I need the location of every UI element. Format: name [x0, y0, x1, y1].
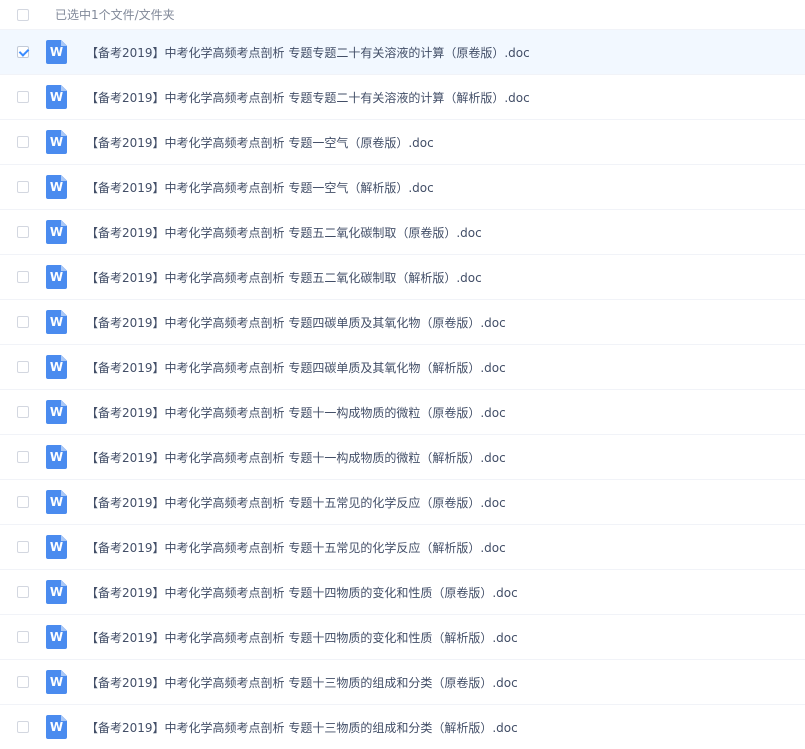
word-doc-icon-letter: W [49, 495, 64, 509]
word-doc-icon-letter: W [49, 315, 64, 329]
word-doc-icon: W [46, 625, 67, 649]
file-name[interactable]: 【备考2019】中考化学高频考点剖析 专题四碳单质及其氧化物（原卷版）.doc [86, 314, 506, 331]
word-doc-icon: W [46, 85, 67, 109]
file-row[interactable]: W 【备考2019】中考化学高频考点剖析 专题专题二十有关溶液的计算（原卷版）.d… [0, 30, 805, 75]
word-doc-icon-letter: W [49, 45, 64, 59]
word-doc-icon-letter: W [49, 270, 64, 284]
word-doc-icon-letter: W [49, 720, 64, 734]
row-checkbox[interactable] [17, 586, 29, 598]
row-checkbox[interactable] [17, 316, 29, 328]
row-checkbox[interactable] [17, 631, 29, 643]
file-list: 已选中1个文件/文件夹 W 【备考2019】中考化学高频考点剖析 专题专题二十有关… [0, 0, 805, 749]
word-doc-icon: W [46, 310, 67, 334]
row-checkbox[interactable] [17, 181, 29, 193]
file-row[interactable]: W 【备考2019】中考化学高频考点剖析 专题四碳单质及其氧化物（原卷版）.doc [0, 300, 805, 345]
list-header: 已选中1个文件/文件夹 [0, 0, 805, 30]
file-row[interactable]: W 【备考2019】中考化学高频考点剖析 专题十五常见的化学反应（解析版）.doc [0, 525, 805, 570]
file-row[interactable]: W 【备考2019】中考化学高频考点剖析 专题十一构成物质的微粒（解析版）.doc [0, 435, 805, 480]
word-doc-icon-letter: W [49, 630, 64, 644]
word-doc-icon: W [46, 265, 67, 289]
word-doc-icon-letter: W [49, 135, 64, 149]
file-name[interactable]: 【备考2019】中考化学高频考点剖析 专题十一构成物质的微粒（原卷版）.doc [86, 404, 506, 421]
word-doc-icon: W [46, 40, 67, 64]
row-checkbox[interactable] [17, 721, 29, 733]
row-checkbox[interactable] [17, 271, 29, 283]
file-name[interactable]: 【备考2019】中考化学高频考点剖析 专题一空气（原卷版）.doc [86, 134, 434, 151]
row-checkbox[interactable] [17, 541, 29, 553]
row-checkbox[interactable] [17, 676, 29, 688]
row-checkbox[interactable] [17, 361, 29, 373]
file-row[interactable]: W 【备考2019】中考化学高频考点剖析 专题一空气（原卷版）.doc [0, 120, 805, 165]
row-checkbox[interactable] [17, 406, 29, 418]
file-rows: W 【备考2019】中考化学高频考点剖析 专题专题二十有关溶液的计算（原卷版）.d… [0, 30, 805, 749]
file-row[interactable]: W 【备考2019】中考化学高频考点剖析 专题一空气（解析版）.doc [0, 165, 805, 210]
word-doc-icon: W [46, 355, 67, 379]
file-row[interactable]: W 【备考2019】中考化学高频考点剖析 专题专题二十有关溶液的计算（解析版）.d… [0, 75, 805, 120]
row-checkbox[interactable] [17, 136, 29, 148]
file-name[interactable]: 【备考2019】中考化学高频考点剖析 专题十三物质的组成和分类（解析版）.doc [86, 719, 518, 736]
file-row[interactable]: W 【备考2019】中考化学高频考点剖析 专题五二氧化碳制取（解析版）.doc [0, 255, 805, 300]
word-doc-icon-letter: W [49, 540, 64, 554]
file-name[interactable]: 【备考2019】中考化学高频考点剖析 专题十五常见的化学反应（原卷版）.doc [86, 494, 506, 511]
word-doc-icon: W [46, 130, 67, 154]
word-doc-icon: W [46, 220, 67, 244]
file-name[interactable]: 【备考2019】中考化学高频考点剖析 专题专题二十有关溶液的计算（解析版）.do… [86, 89, 530, 106]
file-name[interactable]: 【备考2019】中考化学高频考点剖析 专题十一构成物质的微粒（解析版）.doc [86, 449, 506, 466]
word-doc-icon: W [46, 175, 67, 199]
file-name[interactable]: 【备考2019】中考化学高频考点剖析 专题五二氧化碳制取（原卷版）.doc [86, 224, 482, 241]
row-checkbox[interactable] [17, 451, 29, 463]
file-name[interactable]: 【备考2019】中考化学高频考点剖析 专题四碳单质及其氧化物（解析版）.doc [86, 359, 506, 376]
word-doc-icon: W [46, 580, 67, 604]
row-checkbox[interactable] [17, 46, 29, 58]
word-doc-icon: W [46, 490, 67, 514]
select-all-checkbox[interactable] [17, 8, 29, 21]
row-checkbox[interactable] [17, 91, 29, 103]
file-row[interactable]: W 【备考2019】中考化学高频考点剖析 专题五二氧化碳制取（原卷版）.doc [0, 210, 805, 255]
word-doc-icon-letter: W [49, 180, 64, 194]
file-name[interactable]: 【备考2019】中考化学高频考点剖析 专题十四物质的变化和性质（解析版）.doc [86, 629, 518, 646]
word-doc-icon: W [46, 535, 67, 559]
file-row[interactable]: W 【备考2019】中考化学高频考点剖析 专题十四物质的变化和性质（解析版）.do… [0, 615, 805, 660]
word-doc-icon: W [46, 445, 67, 469]
word-doc-icon: W [46, 670, 67, 694]
file-row[interactable]: W 【备考2019】中考化学高频考点剖析 专题十四物质的变化和性质（原卷版）.do… [0, 570, 805, 615]
file-row[interactable]: W 【备考2019】中考化学高频考点剖析 专题十一构成物质的微粒（原卷版）.doc [0, 390, 805, 435]
word-doc-icon-letter: W [49, 225, 64, 239]
file-name[interactable]: 【备考2019】中考化学高频考点剖析 专题专题二十有关溶液的计算（原卷版）.do… [86, 44, 530, 61]
file-name[interactable]: 【备考2019】中考化学高频考点剖析 专题十三物质的组成和分类（原卷版）.doc [86, 674, 518, 691]
file-row[interactable]: W 【备考2019】中考化学高频考点剖析 专题十三物质的组成和分类（解析版）.do… [0, 705, 805, 749]
row-checkbox[interactable] [17, 226, 29, 238]
word-doc-icon-letter: W [49, 90, 64, 104]
word-doc-icon-letter: W [49, 405, 64, 419]
word-doc-icon-letter: W [49, 450, 64, 464]
word-doc-icon: W [46, 715, 67, 739]
file-row[interactable]: W 【备考2019】中考化学高频考点剖析 专题四碳单质及其氧化物（解析版）.doc [0, 345, 805, 390]
word-doc-icon-letter: W [49, 675, 64, 689]
selection-count-label: 已选中1个文件/文件夹 [55, 8, 175, 22]
file-name[interactable]: 【备考2019】中考化学高频考点剖析 专题十五常见的化学反应（解析版）.doc [86, 539, 506, 556]
word-doc-icon-letter: W [49, 360, 64, 374]
file-row[interactable]: W 【备考2019】中考化学高频考点剖析 专题十三物质的组成和分类（原卷版）.do… [0, 660, 805, 705]
file-row[interactable]: W 【备考2019】中考化学高频考点剖析 专题十五常见的化学反应（原卷版）.doc [0, 480, 805, 525]
file-name[interactable]: 【备考2019】中考化学高频考点剖析 专题十四物质的变化和性质（原卷版）.doc [86, 584, 518, 601]
word-doc-icon: W [46, 400, 67, 424]
word-doc-icon-letter: W [49, 585, 64, 599]
file-name[interactable]: 【备考2019】中考化学高频考点剖析 专题五二氧化碳制取（解析版）.doc [86, 269, 482, 286]
file-name[interactable]: 【备考2019】中考化学高频考点剖析 专题一空气（解析版）.doc [86, 179, 434, 196]
row-checkbox[interactable] [17, 496, 29, 508]
